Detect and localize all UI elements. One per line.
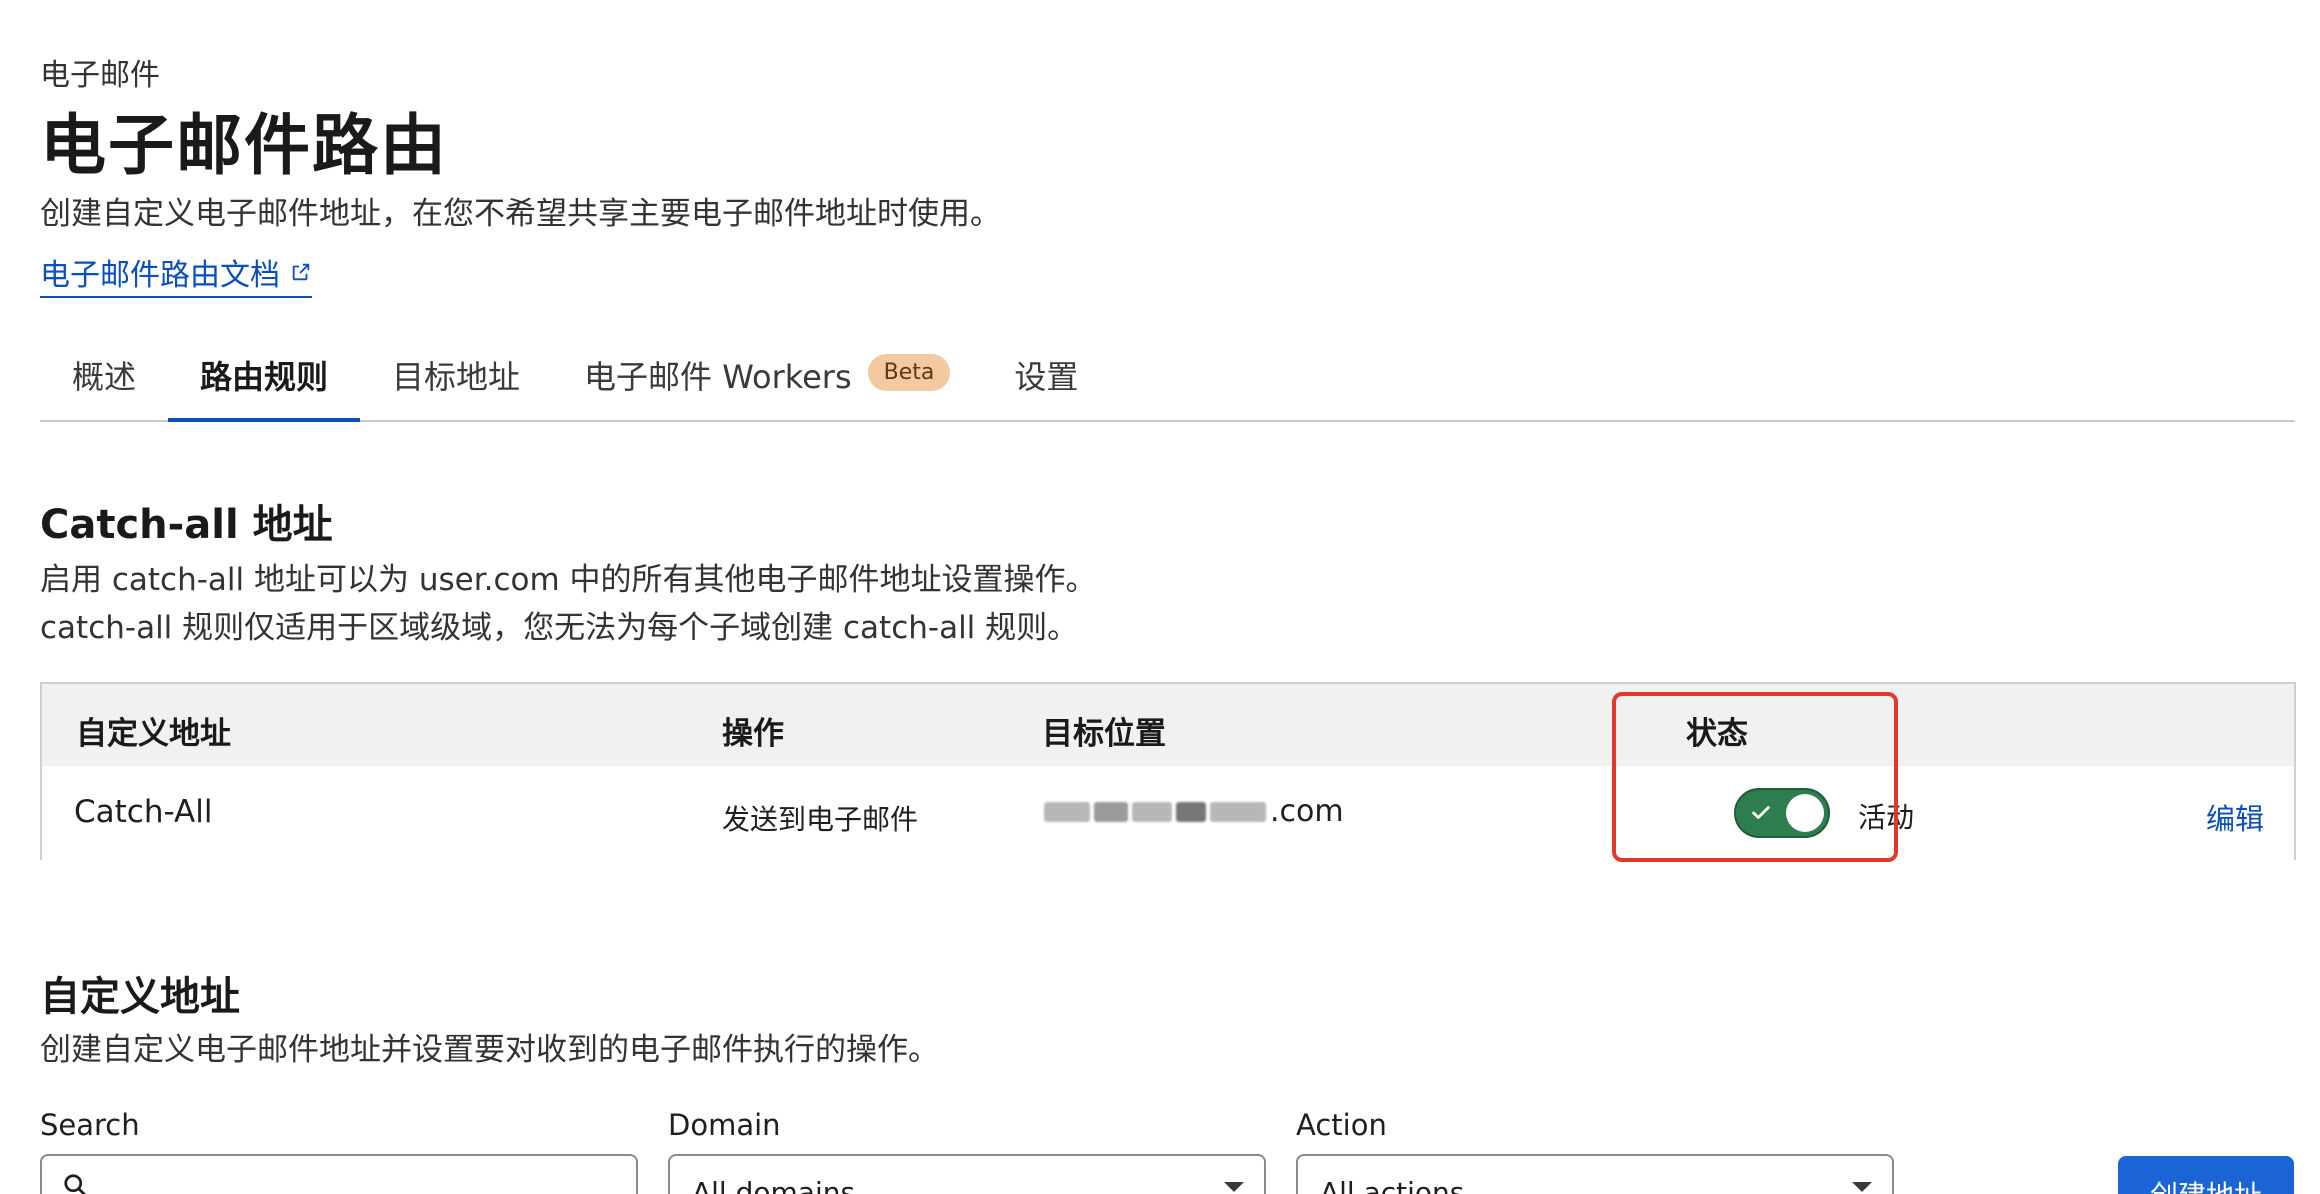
action-select-value: All actions: [1320, 1176, 1465, 1194]
chevron-down-icon: [1224, 1182, 1244, 1192]
catch-all-title: Catch-all 地址: [40, 502, 333, 548]
domain-select-value: All domains: [692, 1176, 856, 1194]
redacted-text: [1132, 801, 1172, 822]
column-header-action: 操作: [722, 716, 784, 752]
redacted-text: [1094, 801, 1128, 822]
destination-suffix: .com: [1270, 794, 1344, 829]
external-link-icon: [292, 263, 310, 281]
catch-all-address: Catch-All: [74, 794, 213, 830]
tab-label: 概述: [72, 358, 137, 396]
catch-all-action: 发送到电子邮件: [722, 803, 919, 836]
action-label: Action: [1296, 1108, 1387, 1142]
tab-bar: 概述 路由规则 目标地址 电子邮件 Workers Beta 设置: [40, 340, 2295, 422]
custom-address-title: 自定义地址: [40, 974, 240, 1020]
eyebrow: 电子邮件: [40, 58, 160, 93]
domain-select[interactable]: All domains: [668, 1154, 1266, 1194]
catch-all-desc-2: catch-all 规则仅适用于区域级域，您无法为每个子域创建 catch-al…: [40, 610, 1079, 646]
redacted-text: [1044, 801, 1090, 822]
tab-settings[interactable]: 设置: [982, 340, 1110, 420]
chevron-down-icon: [1852, 1182, 1872, 1192]
search-icon: [64, 1174, 86, 1194]
docs-link[interactable]: 电子邮件路由文档: [40, 250, 312, 298]
catch-all-desc-1: 启用 catch-all 地址可以为 user.com 中的所有其他电子邮件地址…: [40, 562, 1097, 598]
column-header-address: 自定义地址: [76, 716, 231, 752]
column-header-destination: 目标位置: [1042, 716, 1166, 752]
catch-all-table: 自定义地址 操作 目标位置 状态 Catch-All 发送到电子邮件 .com …: [40, 682, 2296, 860]
action-select[interactable]: All actions: [1296, 1154, 1894, 1194]
redacted-text: [1176, 801, 1206, 822]
destination-email: .com: [1044, 794, 1344, 829]
status-highlight-box: [1612, 692, 1898, 862]
redacted-text: [1210, 801, 1266, 822]
search-label: Search: [40, 1108, 140, 1142]
custom-address-desc: 创建自定义电子邮件地址并设置要对收到的电子邮件执行的操作。: [40, 1032, 939, 1068]
tab-email-workers[interactable]: 电子邮件 Workers Beta: [552, 340, 982, 420]
search-input[interactable]: [40, 1154, 638, 1194]
edit-link[interactable]: 编辑: [2206, 796, 2264, 838]
beta-badge: Beta: [867, 354, 951, 391]
docs-link-label: 电子邮件路由文档: [40, 258, 280, 293]
tab-label: 电子邮件 Workers: [584, 358, 852, 396]
tab-overview[interactable]: 概述: [40, 340, 168, 420]
page-title: 电子邮件路由: [40, 107, 448, 184]
table-row: Catch-All 发送到电子邮件 .com 活动 编辑: [42, 766, 2294, 860]
tab-destination-addresses[interactable]: 目标地址: [360, 340, 552, 420]
tab-label: 目标地址: [392, 358, 521, 396]
tab-label: 路由规则: [200, 358, 329, 396]
create-address-button[interactable]: 创建地址: [2118, 1156, 2294, 1194]
table-header: 自定义地址 操作 目标位置 状态: [42, 684, 2294, 766]
page-description: 创建自定义电子邮件地址，在您不希望共享主要电子邮件地址时使用。: [40, 196, 1001, 232]
tab-routing-rules[interactable]: 路由规则: [168, 340, 361, 422]
tab-label: 设置: [1014, 358, 1079, 396]
domain-label: Domain: [668, 1108, 781, 1142]
